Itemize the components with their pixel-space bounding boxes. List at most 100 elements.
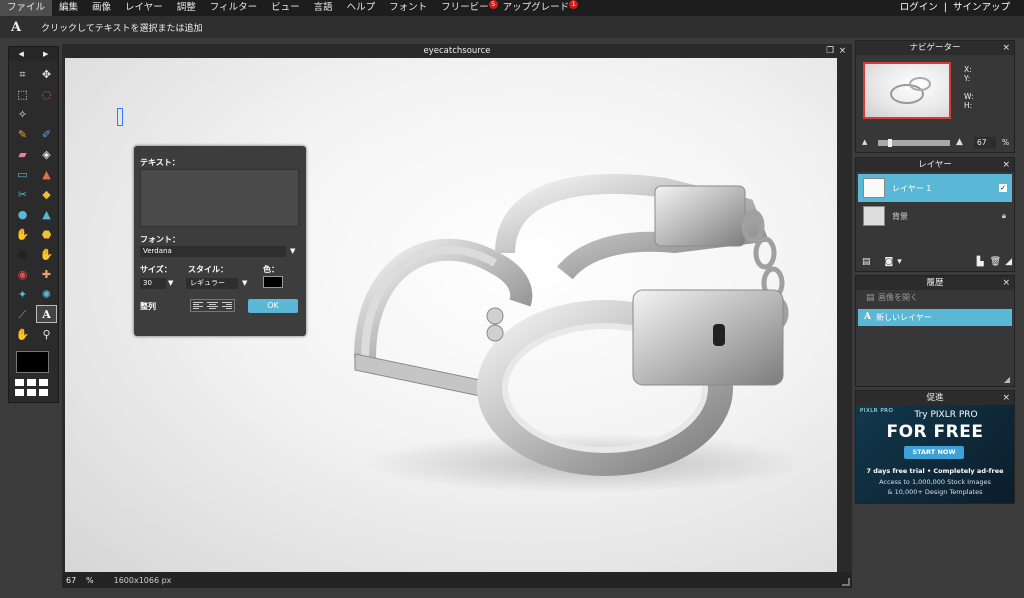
menu-item[interactable]: フォント	[382, 0, 434, 16]
text-input-area[interactable]	[140, 169, 299, 227]
foreground-color-swatch[interactable]	[16, 351, 49, 373]
menu-item[interactable]: ヘルプ	[340, 0, 383, 16]
close-document-icon[interactable]: ×	[839, 44, 846, 58]
zoom-in-icon[interactable]: ▲	[956, 137, 963, 147]
navigator-thumbnail[interactable]	[863, 62, 951, 119]
menu-item[interactable]: レイヤー	[118, 0, 170, 16]
crop-tool-icon[interactable]: ⌗	[12, 65, 33, 83]
sponge-tool-icon[interactable]: ⬣	[36, 225, 57, 243]
menu-item[interactable]: 画像	[85, 0, 118, 16]
view-grid-icon[interactable]	[15, 379, 48, 396]
vertical-scrollbar[interactable]	[840, 58, 852, 572]
menu-item[interactable]: 編集	[52, 0, 85, 16]
layers-close-icon[interactable]: ×	[1002, 158, 1010, 172]
resize-corner-icon[interactable]: ◢	[1005, 257, 1012, 267]
sharpen-tool-icon[interactable]: ▲	[36, 205, 57, 223]
layer-row-background[interactable]: 背景 🔒︎	[858, 202, 1012, 230]
zoom-tool-icon[interactable]: ⚲	[36, 325, 57, 343]
blank-slot	[36, 105, 57, 123]
bloat-tool-icon[interactable]: ✦	[12, 285, 33, 303]
layer-row-layer1[interactable]: レイヤー 1 ✓	[858, 174, 1012, 202]
layer-settings-icon[interactable]: ▤	[862, 257, 871, 267]
color-picker-tool-icon[interactable]: ⟋	[12, 305, 33, 323]
paint-bucket-tool-icon[interactable]: ◈	[36, 145, 57, 163]
clone-stamp-tool-icon[interactable]: ▲	[36, 165, 57, 183]
signup-link[interactable]: サインアップ	[953, 0, 1010, 16]
options-bar: A クリックしてテキストを選択または追加	[0, 16, 1024, 38]
gradient-tool-icon[interactable]: ▭	[12, 165, 33, 183]
toolbox-next-icon[interactable]: ▶	[43, 50, 48, 58]
navigator-zoom-input[interactable]: 67	[974, 137, 996, 149]
size-select[interactable]: 30	[140, 278, 166, 289]
dodge-tool-icon[interactable]: ●	[12, 245, 33, 263]
login-link[interactable]: ログイン	[900, 0, 938, 16]
toolbox-prev-icon[interactable]: ◀	[19, 50, 24, 58]
menu-item[interactable]: ファイル	[0, 0, 53, 16]
text-label: テキスト：	[140, 158, 180, 167]
zoom-level[interactable]: 67	[66, 576, 86, 585]
spot-heal-tool-icon[interactable]: ✚	[36, 265, 57, 283]
promo-close-icon[interactable]: ×	[1002, 391, 1010, 405]
pencil-tool-icon[interactable]: ✎	[12, 125, 33, 143]
document-title: eyecatchsource	[423, 46, 491, 56]
size-dropdown-icon[interactable]: ▼	[168, 279, 173, 287]
ok-button[interactable]: OK	[248, 299, 298, 313]
eraser-tool-icon[interactable]: ▰	[12, 145, 33, 163]
restore-window-icon[interactable]: ❐	[826, 44, 834, 58]
menu-item[interactable]: フィルター	[203, 0, 264, 16]
align-right-icon[interactable]	[220, 300, 234, 311]
lock-icon: 🔒︎	[1001, 211, 1006, 220]
type-tool-icon[interactable]: A	[36, 305, 57, 323]
brush-tool-icon[interactable]: ✐	[36, 125, 57, 143]
promo-ad[interactable]: PIXLR PRO Try PIXLR PRO FOR FREE START N…	[856, 405, 1014, 503]
style-dropdown-icon[interactable]: ▼	[242, 279, 247, 287]
zoom-out-icon[interactable]: ▲	[862, 138, 867, 146]
menu-item[interactable]: 言語	[307, 0, 340, 16]
history-item-open[interactable]: ▤ 画像を開く	[860, 290, 1012, 306]
hand-tool-icon[interactable]: ✋	[12, 325, 33, 343]
menu-item-label: 編集	[59, 2, 79, 13]
lasso-tool-icon[interactable]: ◌	[36, 85, 57, 103]
toolbox: ◀ ▶ ⌗ ✥ ⬚ ◌ ✧ ✎ ✐ ▰ ◈ ▭ ▲ ✂ ◆ ● ▲ ✋ ⬣ ● ✋ ◉ ✚ ✦ ✺ ⟋ A ✋ ⚲	[8, 46, 59, 403]
menu-item[interactable]: フリービー 5	[434, 0, 498, 16]
history-close-icon[interactable]: ×	[1002, 276, 1010, 290]
style-select[interactable]: レギュラー	[186, 278, 238, 289]
menu-item-label: フィルター	[209, 2, 258, 13]
align-left-icon[interactable]	[191, 300, 205, 311]
navigator-close-icon[interactable]: ×	[1002, 41, 1010, 55]
pinch-tool-icon[interactable]: ✺	[36, 285, 57, 303]
menu-item-label: ヘルプ	[346, 2, 376, 13]
align-buttons	[190, 299, 235, 312]
menu-bar: ファイル 編集 画像 レイヤー 調整 フィルター ビュー 言語 ヘルプ フォント フリービー 5 アップ…	[0, 0, 1024, 16]
smudge-tool-icon[interactable]: ✋	[12, 225, 33, 243]
history-resize-icon[interactable]: ◢	[1004, 375, 1010, 384]
font-label: フォント：	[140, 235, 180, 244]
delete-layer-icon[interactable]: 🗑︎	[990, 257, 1001, 267]
font-dropdown-icon[interactable]: ▼	[290, 247, 295, 255]
resize-grip-icon[interactable]	[842, 578, 850, 586]
zoom-slider[interactable]	[878, 139, 950, 147]
menu-item[interactable]: ビュー	[264, 0, 307, 16]
text-color-swatch[interactable]	[263, 276, 283, 288]
marquee-tool-icon[interactable]: ⬚	[12, 85, 33, 103]
move-tool-icon[interactable]: ✥	[36, 65, 57, 83]
font-select[interactable]: Verdana	[140, 246, 286, 257]
status-bar: 67 % 1600x1066 px	[62, 572, 852, 588]
magic-wand-tool-icon[interactable]: ✧	[12, 105, 33, 123]
navigator-zoom-row: ▲ ▲ 67 %	[862, 137, 1012, 149]
navigator-info: X: Y: W: H:	[964, 65, 974, 110]
red-eye-tool-icon[interactable]: ◉	[12, 265, 33, 283]
layer-mask-icon[interactable]: ◙	[885, 257, 894, 267]
burn-tool-icon[interactable]: ✋	[36, 245, 57, 263]
start-now-button[interactable]: START NOW	[904, 446, 964, 459]
history-item-new-layer[interactable]: A 新しいレイヤー	[858, 309, 1012, 326]
drawing-tool-icon[interactable]: ◆	[36, 185, 57, 203]
layer-visibility-checkbox[interactable]: ✓	[999, 184, 1007, 192]
color-replace-tool-icon[interactable]: ✂	[12, 185, 33, 203]
menu-item[interactable]: アップグレード 1	[496, 0, 579, 16]
blur-tool-icon[interactable]: ●	[12, 205, 33, 223]
zoom-slider-handle[interactable]	[888, 139, 893, 147]
align-center-icon[interactable]	[205, 300, 219, 311]
menu-item[interactable]: 調整	[170, 0, 203, 16]
new-layer-icon[interactable]: ▙	[977, 257, 984, 267]
